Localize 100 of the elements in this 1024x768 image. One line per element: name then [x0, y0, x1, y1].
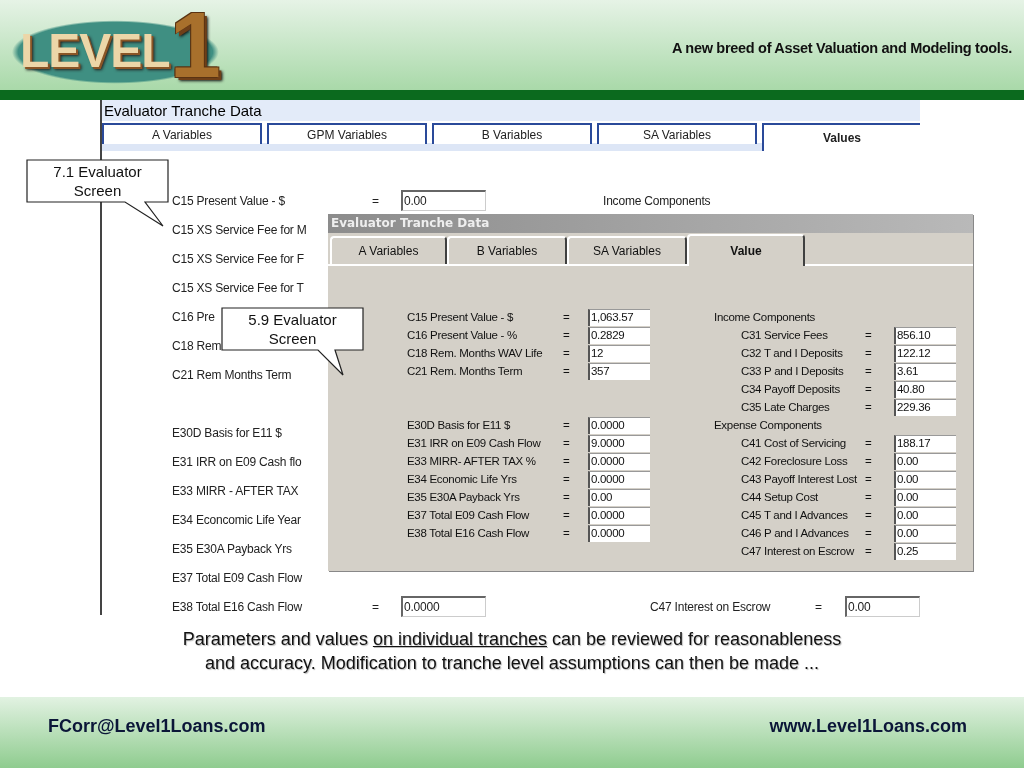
field-label: C15 XS Service Fee for M [172, 222, 307, 237]
value-field[interactable]: 188.17 [894, 434, 956, 452]
value-field[interactable]: 0.0000 [588, 506, 650, 524]
field-label: E33 MIRR - AFTER TAX [172, 483, 299, 498]
value-field[interactable]: 0.00 [401, 190, 486, 211]
field-label: C21 Rem. Months Term [407, 365, 524, 377]
field-label: E37 Total E09 Cash Flow [172, 570, 302, 585]
value-field[interactable]: 9.0000 [588, 434, 650, 452]
equals-sign: = [865, 509, 873, 521]
field-label: C46 P and I Advances [741, 527, 850, 539]
equals-sign: = [865, 401, 873, 413]
value-field[interactable]: 0.0000 [588, 416, 650, 434]
tab[interactable]: Value [687, 234, 805, 266]
equals-sign: = [563, 455, 571, 467]
value-field[interactable]: 0.0000 [401, 596, 486, 617]
tab[interactable]: SA Variables [567, 236, 687, 264]
field-label: C47 Interest on Escrow [741, 545, 856, 557]
equals-sign: = [865, 365, 873, 377]
equals-sign: = [563, 491, 571, 503]
field-label: C16 Present Value - % [407, 329, 518, 341]
equals-sign: = [865, 491, 873, 503]
equals-sign: = [563, 527, 571, 539]
field-label: E38 Total E16 Cash Flow [172, 599, 302, 614]
value-field[interactable]: 40.80 [894, 380, 956, 398]
field-label: C41 Cost of Servicing [741, 437, 847, 449]
tagline: A new breed of Asset Valuation and Modeling tools. [671, 40, 1012, 56]
equals-sign: = [865, 383, 873, 395]
field-label: E30D Basis for E11 $ [172, 425, 282, 440]
equals-sign: = [563, 365, 571, 377]
section-heading: Expense Components [714, 418, 823, 433]
field-label: C44 Setup Cost [741, 491, 819, 503]
field-label: C21 Rem Months Term [172, 367, 292, 382]
equals-sign: = [563, 437, 571, 449]
value-field[interactable]: 0.00 [894, 452, 956, 470]
tab[interactable]: B Variables [432, 123, 592, 144]
tab[interactable]: B Variables [447, 236, 567, 264]
value-field[interactable]: 0.00 [845, 596, 920, 617]
field-label: E34 Economic Life Yrs [407, 473, 518, 485]
equals-sign: = [563, 509, 571, 521]
field-label: C16 Pre [172, 309, 215, 324]
value-field[interactable]: 12 [588, 344, 650, 362]
field-label: C35 Late Charges [741, 401, 831, 413]
field-label: E38 Total E16 Cash Flow [407, 527, 531, 539]
value-field[interactable]: 122.12 [894, 344, 956, 362]
value-field[interactable]: 0.0000 [588, 452, 650, 470]
value-field[interactable]: 1,063.57 [588, 308, 650, 326]
equals-sign: = [372, 193, 379, 208]
field-label: E35 E30A Payback Yrs [407, 491, 521, 503]
section-heading: Income Components [603, 193, 711, 208]
value-field[interactable]: 0.00 [588, 488, 650, 506]
dialog-title: Evaluator Tranche Data [328, 214, 973, 233]
equals-sign: = [865, 455, 873, 467]
field-label: C18 Rem. Months WAV Life [407, 347, 544, 359]
value-field[interactable]: 0.00 [894, 524, 956, 542]
equals-sign: = [815, 599, 822, 614]
field-label: E31 IRR on E09 Cash Flow [407, 437, 542, 449]
equals-sign: = [865, 545, 873, 557]
tab[interactable]: Values [762, 123, 920, 151]
field-label: C32 T and I Deposits [741, 347, 844, 359]
email-address: FCorr@Level1Loans.com [48, 716, 266, 737]
link[interactable]: on individual tranches [372, 629, 547, 649]
tab[interactable]: A Variables [330, 236, 447, 264]
value-field[interactable]: 856.10 [894, 326, 956, 344]
field-label: C47 Interest on Escrow [649, 599, 771, 614]
value-field[interactable]: 357 [588, 362, 650, 380]
equals-sign: = [563, 473, 571, 485]
field-label: C43 Payoff Interest Lost [741, 473, 858, 485]
tab[interactable]: A Variables [102, 123, 262, 144]
value-field[interactable]: 0.0000 [588, 470, 650, 488]
field-label: E33 MIRR- AFTER TAX % [407, 455, 537, 467]
equals-sign: = [865, 473, 873, 485]
equals-sign: = [865, 527, 873, 539]
equals-sign: = [865, 347, 873, 359]
field-label: C15 Present Value - $ [407, 311, 514, 323]
value-field[interactable]: 0.00 [894, 506, 956, 524]
field-label: C34 Payoff Deposits [741, 383, 841, 395]
caption-text: Parameters and values on individual tranches can be reviewed for reasonableness and accuracy. Modification to tranche level assumptions can then be made ... [181, 628, 843, 675]
field-label: C15 XS Service Fee for T [172, 280, 304, 295]
value-field[interactable]: 229.36 [894, 398, 956, 416]
equals-sign: = [865, 329, 873, 341]
field-label: C42 Foreclosure Loss [741, 455, 849, 467]
value-field[interactable]: 0.00 [894, 470, 956, 488]
value-field[interactable]: 0.25 [894, 542, 956, 560]
window-title: Evaluator Tranche Data [102, 100, 920, 121]
section-heading: Income Components [714, 310, 816, 325]
field-label: C18 Rem [172, 338, 222, 353]
value-field[interactable]: 0.0000 [588, 524, 650, 542]
equals-sign: = [563, 311, 571, 323]
field-label: E30D Basis for E11 $ [407, 419, 512, 431]
value-field[interactable]: 0.00 [894, 488, 956, 506]
field-label: C45 T and I Advances [741, 509, 849, 521]
value-field[interactable]: 0.2829 [588, 326, 650, 344]
equals-sign: = [563, 329, 571, 341]
field-label: E35 E30A Payback Yrs [172, 541, 292, 556]
website-address: www.Level1Loans.com [769, 716, 967, 737]
tab[interactable]: GPM Variables [267, 123, 427, 144]
value-field[interactable]: 3.61 [894, 362, 956, 380]
field-label: E37 Total E09 Cash Flow [407, 509, 531, 521]
equals-sign: = [372, 599, 379, 614]
tab[interactable]: SA Variables [597, 123, 757, 144]
